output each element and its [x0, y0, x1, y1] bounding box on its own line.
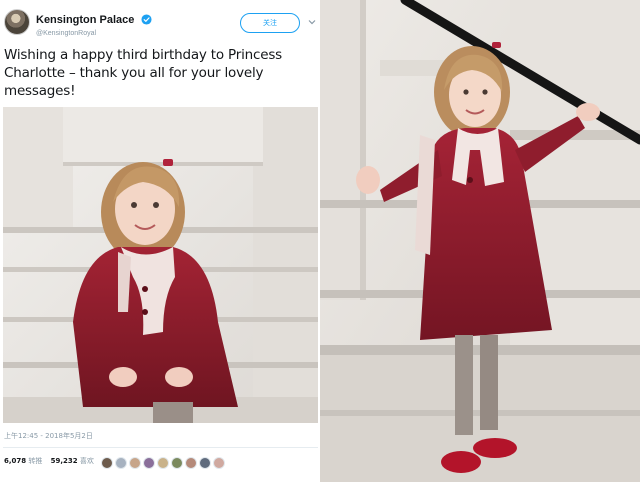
retweets-count[interactable]: 6,078 [4, 457, 26, 465]
chevron-down-icon[interactable] [307, 17, 317, 27]
liker-avatar[interactable] [101, 457, 113, 469]
follow-button[interactable]: 关注 [240, 13, 300, 33]
tweet-stats: 6,078 转推 59,232 喜欢 [4, 456, 100, 466]
handle[interactable]: @KensingtonRoyal [36, 28, 152, 40]
retweets-label[interactable]: 转推 [28, 457, 42, 465]
tweet-photo[interactable] [3, 107, 319, 423]
avatar[interactable] [4, 9, 30, 35]
divider [3, 447, 319, 448]
liker-avatar[interactable] [185, 457, 197, 469]
display-name[interactable]: Kensington Palace [36, 14, 134, 27]
tweet-text: Wishing a happy third birthday to Prince… [4, 47, 282, 99]
tweet-photo-image [3, 107, 319, 423]
likes-count[interactable]: 59,232 [51, 457, 78, 465]
tweet-header: Kensington Palace @KensingtonRoyal 关注 [0, 0, 320, 42]
tweet-card: Kensington Palace @KensingtonRoyal 关注 Wi… [0, 0, 320, 482]
liker-avatar[interactable] [143, 457, 155, 469]
standing-photo-image [320, 0, 640, 482]
liker-avatar[interactable] [129, 457, 141, 469]
liker-avatar[interactable] [213, 457, 225, 469]
liker-avatar[interactable] [115, 457, 127, 469]
likes-label[interactable]: 喜欢 [80, 457, 94, 465]
tweet-timestamp[interactable]: 上午12:45 - 2018年5月2日 [4, 431, 93, 441]
author-names: Kensington Palace @KensingtonRoyal [36, 10, 152, 40]
liker-avatar[interactable] [199, 457, 211, 469]
standing-photo [320, 0, 640, 482]
verified-badge-icon [141, 14, 152, 25]
liker-avatar[interactable] [171, 457, 183, 469]
liker-avatars [101, 456, 227, 469]
liker-avatar[interactable] [157, 457, 169, 469]
